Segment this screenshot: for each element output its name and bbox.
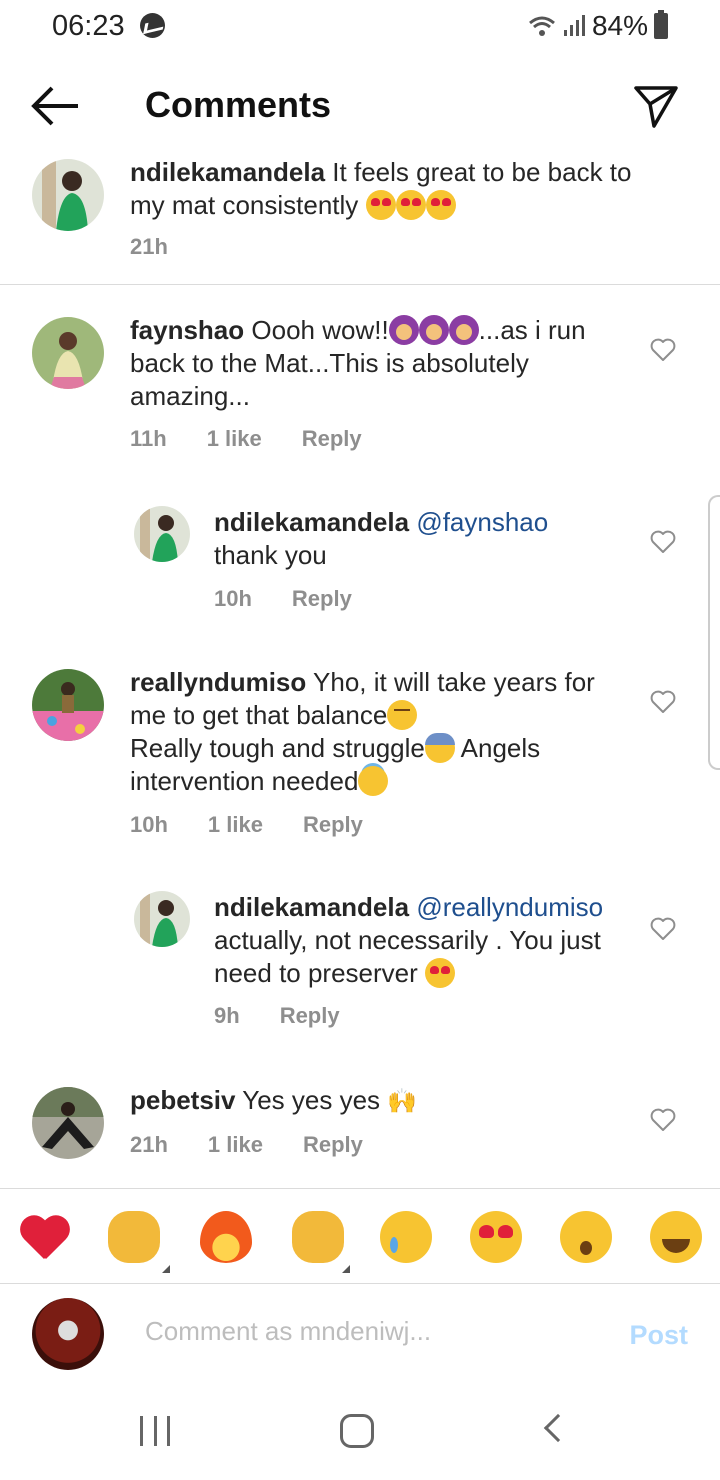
comment-meta: 21h 1 like Reply — [130, 1132, 363, 1158]
likes-count[interactable]: 1 like — [208, 1132, 263, 1158]
reply-item: ndilekamandela @faynshao thank you 10h R… — [0, 506, 720, 616]
raising-hands-icon — [387, 1085, 417, 1118]
fire-icon[interactable] — [200, 1211, 252, 1263]
comment-item: reallyndumiso Yho, it will take years fo… — [0, 666, 720, 841]
timestamp: 21h — [130, 1132, 168, 1157]
likes-count[interactable]: 1 like — [208, 812, 263, 838]
timestamp: 10h — [130, 812, 168, 837]
timestamp: 21h — [130, 234, 168, 259]
back-arrow-icon[interactable] — [30, 84, 82, 128]
home-icon[interactable] — [340, 1414, 374, 1448]
system-nav-bar — [0, 1390, 720, 1480]
avatar — [32, 1298, 104, 1370]
princess-icon — [418, 315, 449, 345]
reply-item: ndilekamandela @reallyndumiso actually, … — [0, 891, 720, 1036]
heart-eyes-icon — [395, 190, 426, 220]
status-time: 06:23 — [52, 10, 125, 42]
post-button[interactable]: Post — [629, 1320, 688, 1351]
reply-meta: 10h Reply — [214, 586, 352, 612]
clapping-hands-icon[interactable] — [292, 1211, 344, 1263]
avatar[interactable] — [134, 891, 190, 947]
reply-button[interactable]: Reply — [302, 426, 362, 452]
comment-text: faynshao Oooh wow!! ...as i run back to t… — [130, 315, 586, 411]
tears-of-joy-icon[interactable] — [650, 1211, 702, 1263]
username[interactable]: ndilekamandela — [214, 507, 409, 537]
reply-meta: 9h Reply — [214, 1003, 340, 1029]
anxious-face-icon — [424, 733, 455, 763]
heart-eyes-icon — [425, 958, 456, 988]
scroll-indicator[interactable] — [708, 495, 720, 770]
princess-icon — [388, 315, 419, 345]
princess-icon — [448, 315, 479, 345]
recents-icon[interactable] — [140, 1416, 170, 1446]
signal-icon — [563, 15, 585, 36]
surprised-face-icon[interactable] — [560, 1211, 612, 1263]
timestamp: 11h — [130, 426, 167, 451]
halo-face-icon — [358, 766, 389, 796]
comment-meta: 11h 1 like Reply — [130, 426, 362, 452]
heart-icon[interactable] — [650, 338, 676, 362]
raising-hands-icon[interactable] — [108, 1211, 160, 1263]
status-indicators: 84% — [528, 10, 668, 42]
divider — [0, 284, 720, 285]
mention-link[interactable]: @reallyndumiso — [416, 892, 603, 922]
heart-icon[interactable] — [650, 917, 676, 941]
battery-percent: 84% — [591, 10, 648, 41]
avatar[interactable] — [134, 506, 190, 562]
reply-button[interactable]: Reply — [303, 812, 363, 838]
caption-meta: 21h — [130, 234, 168, 260]
page-title: Comments — [145, 84, 332, 125]
heart-icon[interactable] — [650, 690, 676, 714]
wifi-icon — [528, 16, 555, 36]
send-icon[interactable] — [632, 82, 680, 130]
username[interactable]: faynshao — [130, 315, 244, 345]
back-nav-icon[interactable] — [543, 1413, 573, 1443]
reply-text: ndilekamandela @reallyndumiso actually, … — [214, 892, 604, 988]
timestamp: 9h — [214, 1003, 240, 1028]
username[interactable]: ndilekamandela — [130, 157, 325, 187]
messenger-icon — [140, 13, 165, 38]
avatar[interactable] — [32, 1087, 104, 1159]
reply-button[interactable]: Reply — [280, 1003, 340, 1029]
crying-face-icon[interactable] — [380, 1211, 432, 1263]
quick-reactions-bar — [0, 1188, 720, 1284]
avatar[interactable] — [32, 317, 104, 389]
caption: ndilekamandela It feels great to be back… — [0, 156, 720, 281]
comment-input[interactable] — [145, 1316, 585, 1347]
username[interactable]: ndilekamandela — [214, 892, 409, 922]
comment-composer: Post — [0, 1296, 720, 1376]
comment-text: reallyndumiso Yho, it will take years fo… — [130, 667, 595, 796]
heart-icon[interactable] — [650, 1108, 676, 1132]
timestamp: 10h — [214, 586, 252, 611]
comment-text: pebetsiv Yes yes yes — [130, 1084, 620, 1118]
mention-link[interactable]: @faynshao — [416, 507, 548, 537]
comment-meta: 10h 1 like Reply — [130, 812, 363, 838]
caption-text: ndilekamandela It feels great to be back… — [130, 157, 632, 220]
username[interactable]: reallyndumiso — [130, 667, 306, 697]
reply-text: ndilekamandela @faynshao thank you — [214, 507, 549, 570]
avatar[interactable] — [32, 669, 104, 741]
caret-icon — [162, 1265, 170, 1273]
unamused-face-icon — [387, 700, 418, 730]
status-bar: 06:23 84% — [0, 0, 720, 52]
reply-button[interactable]: Reply — [303, 1132, 363, 1158]
heart-eyes-icon — [365, 190, 396, 220]
comment-item: pebetsiv Yes yes yes 21h 1 like Reply — [0, 1084, 720, 1169]
heart-eyes-icon[interactable] — [470, 1211, 522, 1263]
username[interactable]: pebetsiv — [130, 1085, 236, 1115]
heart-eyes-icon — [425, 190, 456, 220]
reply-button[interactable]: Reply — [292, 586, 352, 612]
likes-count[interactable]: 1 like — [207, 426, 262, 452]
header: Comments — [0, 70, 720, 142]
comment-item: faynshao Oooh wow!! ...as i run back to t… — [0, 314, 720, 464]
avatar[interactable] — [32, 159, 104, 231]
red-heart-icon[interactable] — [18, 1211, 70, 1263]
heart-icon[interactable] — [650, 530, 676, 554]
caret-icon — [342, 1265, 350, 1273]
battery-icon — [654, 10, 668, 39]
